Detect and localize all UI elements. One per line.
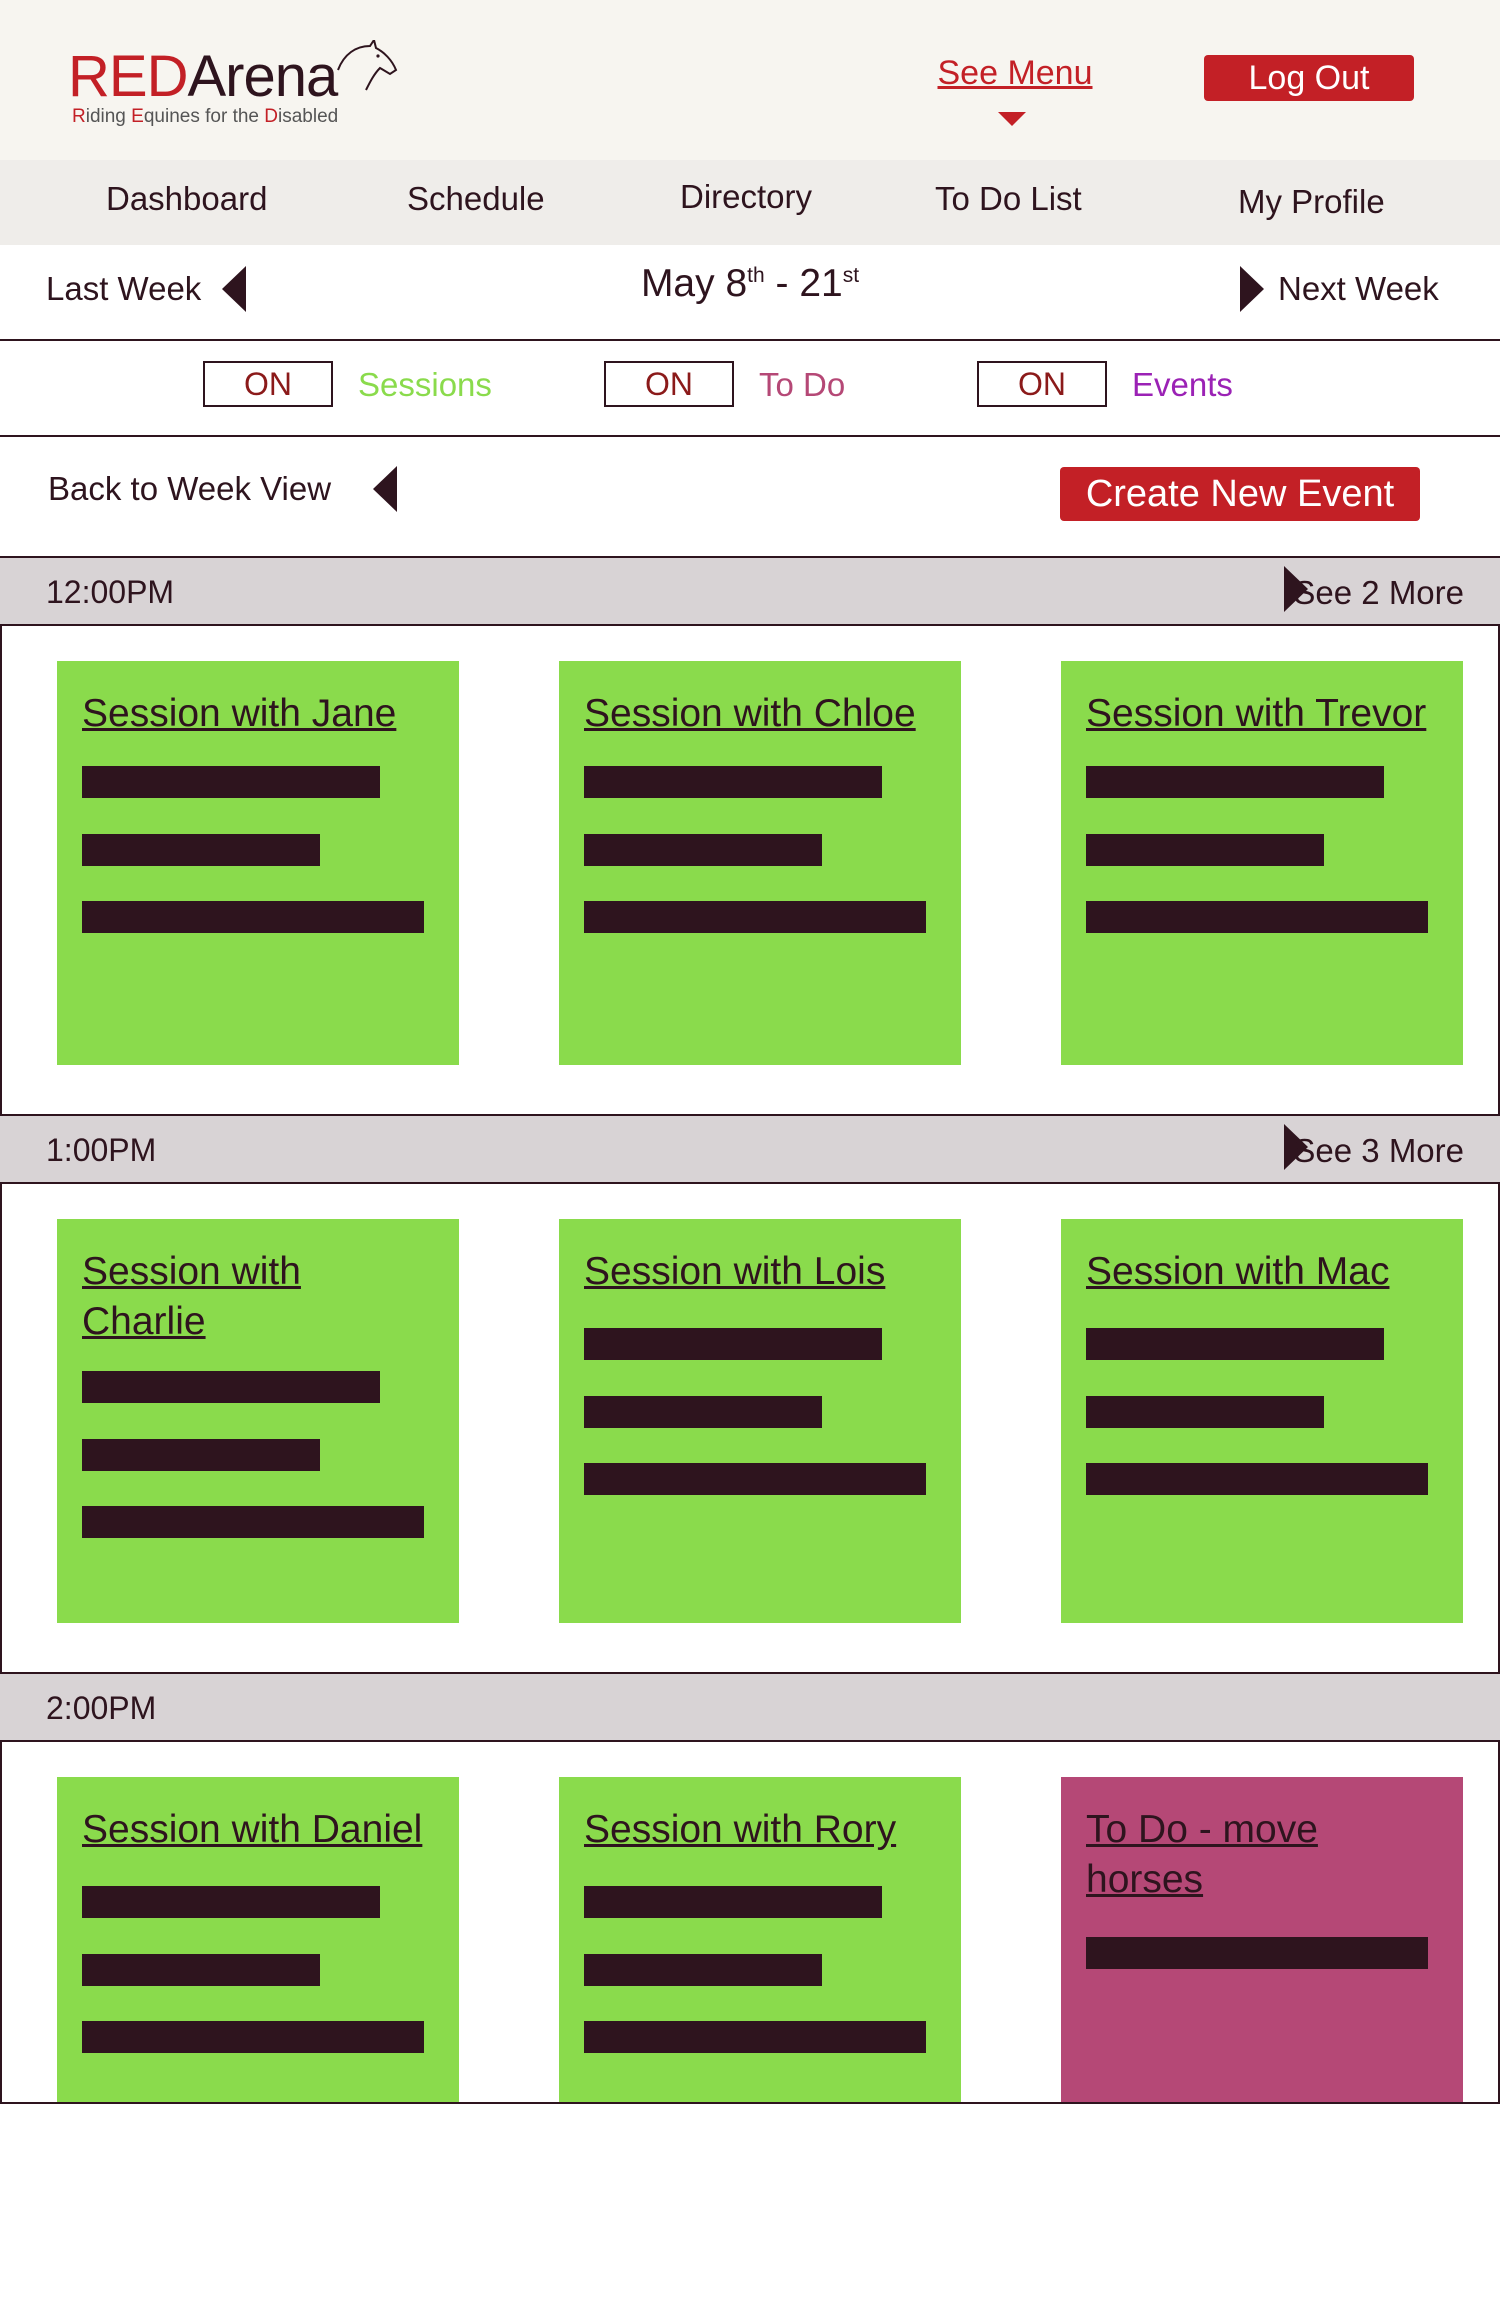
time-slot-header: 2:00PM (0, 1672, 1500, 1742)
placeholder-line (82, 834, 320, 866)
placeholder-line (82, 1371, 380, 1403)
placeholder-line (584, 766, 882, 798)
placeholder-line (82, 1439, 320, 1471)
session-card[interactable]: Session with Charlie (57, 1219, 459, 1623)
time-slot-cards: Session with Charlie Session with Lois S… (0, 1184, 1500, 1672)
session-card[interactable]: Session with Jane (57, 661, 459, 1065)
nav-item-dashboard[interactable]: Dashboard (106, 180, 267, 218)
session-card[interactable]: Session with Rory (559, 1777, 961, 2102)
card-title[interactable]: Session with Mac (1086, 1247, 1446, 1297)
back-to-week-view-link[interactable]: Back to Week View (48, 470, 331, 508)
placeholder-line (82, 1506, 424, 1538)
placeholder-line (584, 1396, 822, 1428)
session-card[interactable]: Session with Lois (559, 1219, 961, 1623)
placeholder-line (584, 1463, 926, 1495)
arrow-left-icon[interactable] (222, 266, 246, 312)
nav-item-directory[interactable]: Directory (680, 178, 812, 216)
logo-tagline: Riding Equines for the Disabled (72, 106, 339, 127)
redarena-logo[interactable]: REDArena Riding Equines for the Disabled (68, 40, 398, 130)
placeholder-line (82, 1886, 380, 1918)
todo-filter-label: To Do (759, 366, 846, 403)
caret-down-icon[interactable] (998, 112, 1026, 126)
session-card[interactable]: Session with Chloe (559, 661, 961, 1065)
nav-item-my-profile[interactable]: My Profile (1238, 183, 1385, 221)
logout-button[interactable]: Log Out (1204, 55, 1414, 101)
card-title[interactable]: Session with Rory (584, 1805, 944, 1855)
placeholder-line (1086, 766, 1384, 798)
sessions-toggle[interactable]: ON (203, 361, 333, 407)
horse-head-icon (337, 40, 398, 91)
placeholder-line (82, 766, 380, 798)
last-week-link[interactable]: Last Week (46, 270, 201, 308)
session-card[interactable]: Session with Trevor (1061, 661, 1463, 1065)
placeholder-line (584, 1886, 882, 1918)
week-range-title: May 8th - 21st (640, 262, 860, 305)
next-week-link[interactable]: Next Week (1278, 270, 1439, 308)
placeholder-line (584, 2021, 926, 2053)
card-title[interactable]: Session with Lois (584, 1247, 944, 1297)
time-slot-cards: Session with Daniel Session with Rory To… (0, 1742, 1500, 2104)
events-toggle[interactable]: ON (977, 361, 1107, 407)
card-title[interactable]: Session with Jane (82, 689, 442, 739)
placeholder-line (1086, 1328, 1384, 1360)
placeholder-line (584, 834, 822, 866)
card-title[interactable]: Session with Daniel (82, 1805, 442, 1855)
time-label: 2:00PM (46, 1690, 157, 1726)
placeholder-line (1086, 1463, 1428, 1495)
time-slot-cards: Session with Jane Session with Chloe Ses… (0, 626, 1500, 1114)
placeholder-line (1086, 1396, 1324, 1428)
see-more-link[interactable]: See 3 More (1293, 1132, 1464, 1170)
placeholder-line (584, 1328, 882, 1360)
nav-item-todo-list[interactable]: To Do List (935, 180, 1082, 218)
todo-card[interactable]: To Do - move horses (1061, 1777, 1463, 2102)
logo-wordmark: REDArena (68, 44, 338, 109)
placeholder-line (82, 901, 424, 933)
back-arrow-icon[interactable] (373, 466, 397, 512)
time-slot-header: 12:00PM See 2 More (0, 556, 1500, 626)
create-new-event-button[interactable]: Create New Event (1060, 467, 1420, 521)
card-title[interactable]: To Do - move horses (1086, 1805, 1346, 1905)
card-title[interactable]: Session with Charlie (82, 1247, 342, 1347)
card-title[interactable]: Session with Chloe (584, 689, 944, 739)
time-label: 1:00PM (46, 1132, 157, 1168)
main-nav: Dashboard Schedule Directory To Do List … (0, 160, 1500, 245)
arrow-right-icon[interactable] (1240, 266, 1264, 312)
see-more-link[interactable]: See 2 More (1293, 574, 1464, 612)
session-card[interactable]: Session with Daniel (57, 1777, 459, 2102)
placeholder-line (82, 2021, 424, 2053)
session-card[interactable]: Session with Mac (1061, 1219, 1463, 1623)
placeholder-line (1086, 1937, 1428, 1969)
nav-item-schedule[interactable]: Schedule (407, 180, 545, 218)
filter-toggles: ON Sessions ON To Do ON Events (0, 341, 1500, 437)
placeholder-line (1086, 901, 1428, 933)
card-title[interactable]: Session with Trevor (1086, 689, 1446, 739)
sessions-filter-label: Sessions (358, 366, 492, 403)
placeholder-line (584, 901, 926, 933)
time-slot-header: 1:00PM See 3 More (0, 1114, 1500, 1184)
placeholder-line (1086, 834, 1324, 866)
see-menu-link[interactable]: See Menu (930, 54, 1100, 93)
time-label: 12:00PM (46, 574, 175, 610)
placeholder-line (82, 1954, 320, 1986)
events-filter-label: Events (1132, 366, 1233, 403)
placeholder-line (584, 1954, 822, 1986)
todo-toggle[interactable]: ON (604, 361, 734, 407)
